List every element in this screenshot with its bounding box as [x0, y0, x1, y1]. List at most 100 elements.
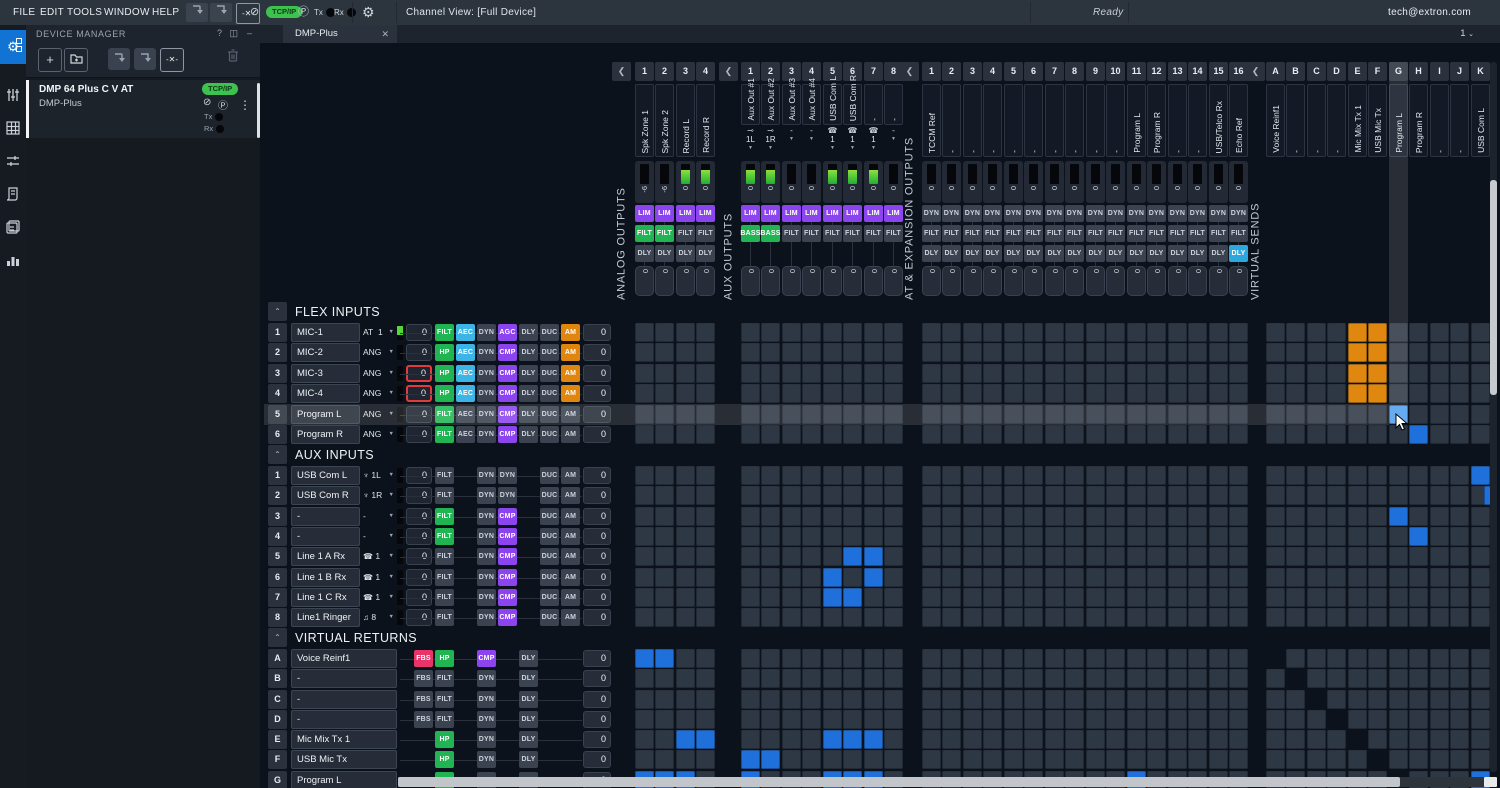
- matrix-crosspoint[interactable]: [802, 527, 821, 546]
- output-column-number[interactable]: 6: [1024, 62, 1043, 81]
- output-level-box[interactable]: 0: [843, 266, 862, 296]
- matrix-crosspoint[interactable]: [864, 588, 883, 607]
- matrix-crosspoint[interactable]: [696, 649, 715, 668]
- matrix-crosspoint[interactable]: [1106, 425, 1125, 444]
- matrix-crosspoint[interactable]: [635, 507, 654, 526]
- matrix-crosspoint[interactable]: [1471, 568, 1490, 587]
- dsp-block-filt[interactable]: FILT: [435, 711, 454, 728]
- dsp-block-dly[interactable]: DLY: [696, 245, 715, 262]
- dsp-block-lim[interactable]: LIM: [823, 205, 842, 222]
- matrix-crosspoint[interactable]: [884, 466, 903, 485]
- matrix-crosspoint[interactable]: [741, 608, 760, 627]
- matrix-crosspoint[interactable]: [942, 343, 961, 362]
- matrix-crosspoint[interactable]: [696, 507, 715, 526]
- matrix-crosspoint[interactable]: [1348, 486, 1367, 505]
- matrix-crosspoint-tie[interactable]: [823, 568, 842, 587]
- delete-device-icon[interactable]: [222, 48, 244, 70]
- matrix-crosspoint[interactable]: [782, 588, 801, 607]
- matrix-crosspoint[interactable]: [655, 690, 674, 709]
- matrix-crosspoint[interactable]: [1266, 343, 1285, 362]
- matrix-crosspoint[interactable]: [864, 425, 883, 444]
- matrix-crosspoint[interactable]: [942, 507, 961, 526]
- dsp-block-dyn[interactable]: DYN: [477, 324, 496, 341]
- output-level-box[interactable]: 0: [761, 266, 780, 296]
- dsp-block-filt[interactable]: FILT: [435, 569, 454, 586]
- matrix-crosspoint[interactable]: [1348, 608, 1367, 627]
- matrix-crosspoint[interactable]: [1024, 425, 1043, 444]
- dsp-block-filt[interactable]: FILT: [1065, 225, 1084, 242]
- input-row-number[interactable]: 1: [268, 466, 287, 485]
- matrix-crosspoint[interactable]: [676, 568, 695, 587]
- matrix-crosspoint[interactable]: [1266, 730, 1285, 749]
- matrix-crosspoint[interactable]: [1266, 384, 1285, 403]
- matrix-crosspoint[interactable]: [1327, 343, 1346, 362]
- matrix-crosspoint[interactable]: [1065, 547, 1084, 566]
- dsp-block-dyn[interactable]: DYN: [942, 205, 961, 222]
- dsp-block-filt[interactable]: FILT: [435, 691, 454, 708]
- matrix-crosspoint[interactable]: [1147, 384, 1166, 403]
- matrix-crosspoint[interactable]: [1209, 364, 1228, 383]
- dsp-block-dly[interactable]: DLY: [1168, 245, 1187, 262]
- dsp-block-duc[interactable]: DUC: [540, 548, 559, 565]
- matrix-crosspoint[interactable]: [1286, 588, 1305, 607]
- matrix-crosspoint[interactable]: [1409, 690, 1428, 709]
- input-level-box[interactable]: 0: [583, 650, 611, 667]
- matrix-crosspoint[interactable]: [963, 710, 982, 729]
- dsp-block-duc[interactable]: DUC: [540, 385, 559, 402]
- matrix-crosspoint[interactable]: [1266, 425, 1285, 444]
- matrix-crosspoint[interactable]: [741, 486, 760, 505]
- matrix-crosspoint[interactable]: [1450, 568, 1469, 587]
- matrix-crosspoint[interactable]: [1086, 710, 1105, 729]
- matrix-crosspoint[interactable]: [1307, 466, 1326, 485]
- input-port-select[interactable]: -▼: [363, 527, 394, 546]
- matrix-crosspoint[interactable]: [1106, 405, 1125, 424]
- send-column-letter[interactable]: C: [1307, 62, 1326, 81]
- matrix-crosspoint[interactable]: [1307, 730, 1326, 749]
- output-column-name-box[interactable]: Program L: [1127, 84, 1146, 157]
- matrix-crosspoint[interactable]: [1450, 466, 1469, 485]
- matrix-crosspoint[interactable]: [1430, 730, 1449, 749]
- matrix-crosspoint[interactable]: [884, 730, 903, 749]
- output-column-number[interactable]: 15: [1209, 62, 1228, 81]
- matrix-crosspoint[interactable]: [1266, 323, 1285, 342]
- matrix-crosspoint[interactable]: [1266, 364, 1285, 383]
- matrix-crosspoint[interactable]: [843, 323, 862, 342]
- matrix-crosspoint[interactable]: [761, 608, 780, 627]
- matrix-crosspoint[interactable]: [1065, 384, 1084, 403]
- input-name-field[interactable]: MIC-2: [291, 343, 360, 362]
- dsp-block-duc[interactable]: DUC: [540, 487, 559, 504]
- matrix-crosspoint[interactable]: [1004, 608, 1023, 627]
- matrix-crosspoint[interactable]: [1086, 527, 1105, 546]
- matrix-crosspoint[interactable]: [983, 649, 1002, 668]
- input-name-field[interactable]: MIC-1: [291, 323, 360, 342]
- matrix-crosspoint[interactable]: [1045, 364, 1064, 383]
- matrix-crosspoint[interactable]: [1368, 649, 1387, 668]
- matrix-crosspoint[interactable]: [1188, 425, 1207, 444]
- matrix-crosspoint[interactable]: [884, 710, 903, 729]
- dsp-block-lim[interactable]: LIM: [761, 205, 780, 222]
- matrix-crosspoint[interactable]: [802, 568, 821, 587]
- horizontal-scrollbar-thumb[interactable]: [398, 777, 1400, 787]
- input-row-number[interactable]: 3: [268, 507, 287, 526]
- matrix-crosspoint[interactable]: [1286, 343, 1305, 362]
- output-level-box[interactable]: 0: [676, 266, 695, 296]
- output-level-box[interactable]: 0: [696, 266, 715, 296]
- output-column-name-box[interactable]: USB Com L: [823, 84, 842, 125]
- dsp-block-dly[interactable]: DLY: [519, 691, 538, 708]
- matrix-crosspoint-tie[interactable]: [1389, 507, 1408, 526]
- input-name-field[interactable]: -: [291, 710, 397, 729]
- matrix-crosspoint[interactable]: [1188, 527, 1207, 546]
- matrix-crosspoint[interactable]: [1086, 608, 1105, 627]
- matrix-crosspoint[interactable]: [1368, 730, 1387, 749]
- matrix-crosspoint[interactable]: [1106, 384, 1125, 403]
- matrix-crosspoint[interactable]: [1348, 507, 1367, 526]
- input-level-box[interactable]: 0: [583, 569, 611, 586]
- matrix-crosspoint[interactable]: [1127, 547, 1146, 566]
- dsp-block-cmp[interactable]: CMP: [498, 344, 517, 361]
- matrix-crosspoint[interactable]: [1065, 690, 1084, 709]
- output-level-box[interactable]: 0: [983, 266, 1002, 296]
- matrix-crosspoint[interactable]: [963, 588, 982, 607]
- input-row-number[interactable]: 2: [268, 486, 287, 505]
- output-level-box[interactable]: 0: [864, 266, 883, 296]
- matrix-crosspoint[interactable]: [1086, 568, 1105, 587]
